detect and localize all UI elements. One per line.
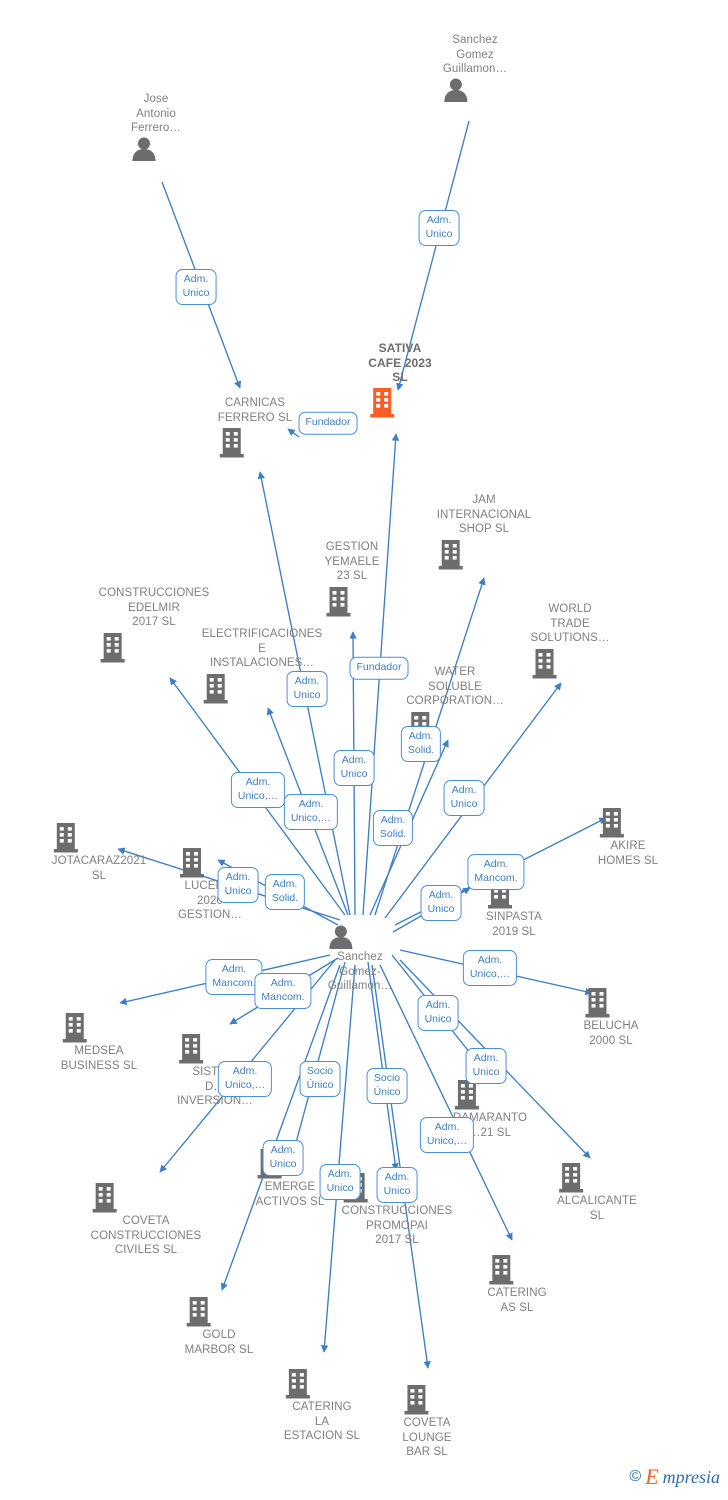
node-jotacaraz2021-sl[interactable]: JOTACARAZ2021 SL	[52, 820, 146, 883]
edge-label[interactable]: Adm. Unico,…	[462, 950, 518, 986]
node-sativa-cafe-2023-sl[interactable]: SATIVA CAFE 2023 SL	[368, 341, 432, 418]
building-icon	[402, 1383, 451, 1415]
node-label: CARNICAS FERRERO SL	[217, 397, 293, 424]
edge-label[interactable]: Fundador	[349, 656, 409, 680]
building-icon	[368, 386, 432, 418]
node-label: WATER SOLUBLE CORPORATION…	[406, 666, 504, 707]
building-icon	[91, 1181, 202, 1213]
node-label: COVETA LOUNGE BAR SL	[402, 1417, 452, 1458]
brand-name: mpresia	[662, 1466, 720, 1487]
edge-label[interactable]: Adm. Unico	[286, 671, 328, 707]
node-label: Sanchez Gomez- Guillamon…	[327, 951, 393, 992]
building-icon	[583, 986, 638, 1018]
edge-label[interactable]: Adm. Unico	[465, 1048, 507, 1084]
node-sanchez-gomez-guillamon-center[interactable]: Sanchez Gomez- Guillamon…	[328, 924, 392, 994]
edge-label[interactable]: Adm. Unico	[262, 1140, 304, 1176]
node-label: COVETA CONSTRUCCIONES CIVILES SL	[90, 1215, 202, 1256]
edge-label[interactable]: Adm. Unico	[319, 1164, 361, 1200]
node-label: MEDSEA BUSINESS SL	[60, 1045, 138, 1072]
edge-label[interactable]: Adm. Solid.	[264, 874, 306, 910]
node-label: GOLD MARBOR SL	[184, 1329, 254, 1356]
edge	[220, 964, 341, 1291]
node-label: WORLD TRADE SOLUTIONS…	[530, 603, 610, 644]
edge-label[interactable]: Adm. Unico	[418, 210, 460, 246]
building-icon	[531, 647, 610, 679]
node-catering-as-sl[interactable]: CATERING AS SL	[487, 1252, 547, 1315]
node-label: Jose Antonio Ferrero…	[130, 93, 182, 134]
node-medsea-business-sl[interactable]: MEDSEA BUSINESS SL	[61, 1010, 138, 1073]
building-icon	[177, 1032, 253, 1064]
edge-label[interactable]: Adm. Unico	[443, 780, 485, 816]
building-icon	[437, 538, 532, 570]
node-world-trade-solutions[interactable]: WORLD TRADE SOLUTIONS…	[531, 602, 610, 679]
edge-label[interactable]: Adm. Unico,…	[230, 772, 286, 808]
edge-label[interactable]: Adm. Solid.	[400, 726, 442, 762]
building-icon	[61, 1011, 138, 1043]
edge-label[interactable]: Adm. Solid.	[372, 810, 414, 846]
building-icon	[99, 631, 210, 663]
edge-label[interactable]: Adm. Unico,…	[419, 1117, 475, 1153]
node-label: GESTION YEMAELE 23 SL	[324, 541, 380, 582]
edge-label[interactable]: Adm. Unico	[420, 885, 462, 921]
node-label: CONSTRUCCIONES PROMOPAI 2017 SL	[341, 1205, 453, 1246]
node-label: ALCALICANTE SL	[557, 1195, 637, 1222]
node-label: EMERGE ACTIVOS SL	[255, 1181, 325, 1208]
person-icon	[131, 137, 181, 161]
edge-label[interactable]: Adm. Mancom.	[254, 973, 312, 1009]
edge-label[interactable]: Adm. Unico	[376, 1167, 418, 1203]
node-label: CONSTRUCCIONES EDELMIR 2017 SL	[98, 587, 210, 628]
edge-label[interactable]: Adm. Unico	[417, 995, 459, 1031]
watermark-empresia: © E mpresia	[629, 1464, 720, 1490]
copyright-icon: ©	[629, 1468, 642, 1485]
building-icon	[487, 1253, 546, 1285]
building-icon	[185, 1295, 254, 1327]
node-label: JAM INTERNACIONAL SHOP SL	[436, 494, 532, 535]
node-label: CATERING AS SL	[487, 1287, 547, 1314]
edge-label[interactable]: Socio Único	[366, 1068, 408, 1104]
person-icon	[328, 925, 392, 949]
building-icon	[324, 585, 379, 617]
network-graph-canvas: Sanchez Gomez Guillamon… Jose Antonio Fe…	[0, 0, 728, 1500]
person-icon	[443, 78, 507, 102]
edge-label[interactable]: Socio Único	[299, 1061, 341, 1097]
edge-label[interactable]: Adm. Unico	[333, 750, 375, 786]
building-icon	[284, 1367, 360, 1399]
node-coveta-construcciones-civiles-sl[interactable]: COVETA CONSTRUCCIONES CIVILES SL	[91, 1180, 202, 1258]
edge-label[interactable]: Adm. Mancom.	[467, 854, 525, 890]
node-alcalicante-sl[interactable]: ALCALICANTE SL	[557, 1160, 637, 1223]
brand-initial: E	[645, 1464, 659, 1489]
node-label: SINPASTA 2019 SL	[486, 911, 542, 938]
node-catering-la-estacion-sl[interactable]: CATERING LA ESTACION SL	[284, 1366, 360, 1444]
page-title: SATIVA CAFE 2023 SL	[368, 341, 432, 384]
node-belucha-2000-sl[interactable]: BELUCHA 2000 SL	[583, 985, 638, 1048]
node-gold-marbor-sl[interactable]: GOLD MARBOR SL	[185, 1294, 254, 1357]
building-icon	[598, 806, 658, 838]
node-sanchez-gomez-guillamon-top[interactable]: Sanchez Gomez Guillamon…	[443, 33, 507, 102]
node-jam-internacional-shop-sl[interactable]: JAM INTERNACIONAL SHOP SL	[437, 493, 532, 570]
node-carnicas-ferrero-sl[interactable]: CARNICAS FERRERO SL	[218, 396, 293, 458]
edge-label[interactable]: Adm. Unico,…	[283, 794, 339, 830]
edge-label[interactable]: Adm. Unico	[217, 867, 259, 903]
edge	[320, 964, 356, 1353]
edge-label[interactable]: Adm. Unico,…	[217, 1061, 273, 1097]
edge-label[interactable]: Fundador	[298, 411, 358, 435]
node-jose-antonio-ferrero[interactable]: Jose Antonio Ferrero…	[131, 92, 181, 161]
node-label: BELUCHA 2000 SL	[583, 1020, 639, 1047]
node-construcciones-edelmir-2017-sl[interactable]: CONSTRUCCIONES EDELMIR 2017 SL	[99, 586, 210, 663]
node-label: JOTACARAZ2021 SL	[51, 855, 147, 882]
building-icon	[52, 821, 146, 853]
node-label: Sanchez Gomez Guillamon…	[442, 34, 508, 75]
node-label: CATERING LA ESTACION SL	[283, 1401, 361, 1442]
building-icon	[218, 426, 293, 458]
node-coveta-lounge-bar-sl[interactable]: COVETA LOUNGE BAR SL	[402, 1382, 451, 1460]
building-icon	[557, 1161, 637, 1193]
node-label: ELECTRIFICACIONES E INSTALACIONES…	[201, 628, 323, 669]
node-akire-homes-sl[interactable]: AKIRE HOMES SL	[598, 805, 658, 868]
node-label: AKIRE HOMES SL	[597, 840, 659, 867]
edge-label[interactable]: Adm. Unico	[175, 269, 217, 305]
node-gestion-yemaele-23-sl[interactable]: GESTION YEMAELE 23 SL	[324, 540, 379, 617]
